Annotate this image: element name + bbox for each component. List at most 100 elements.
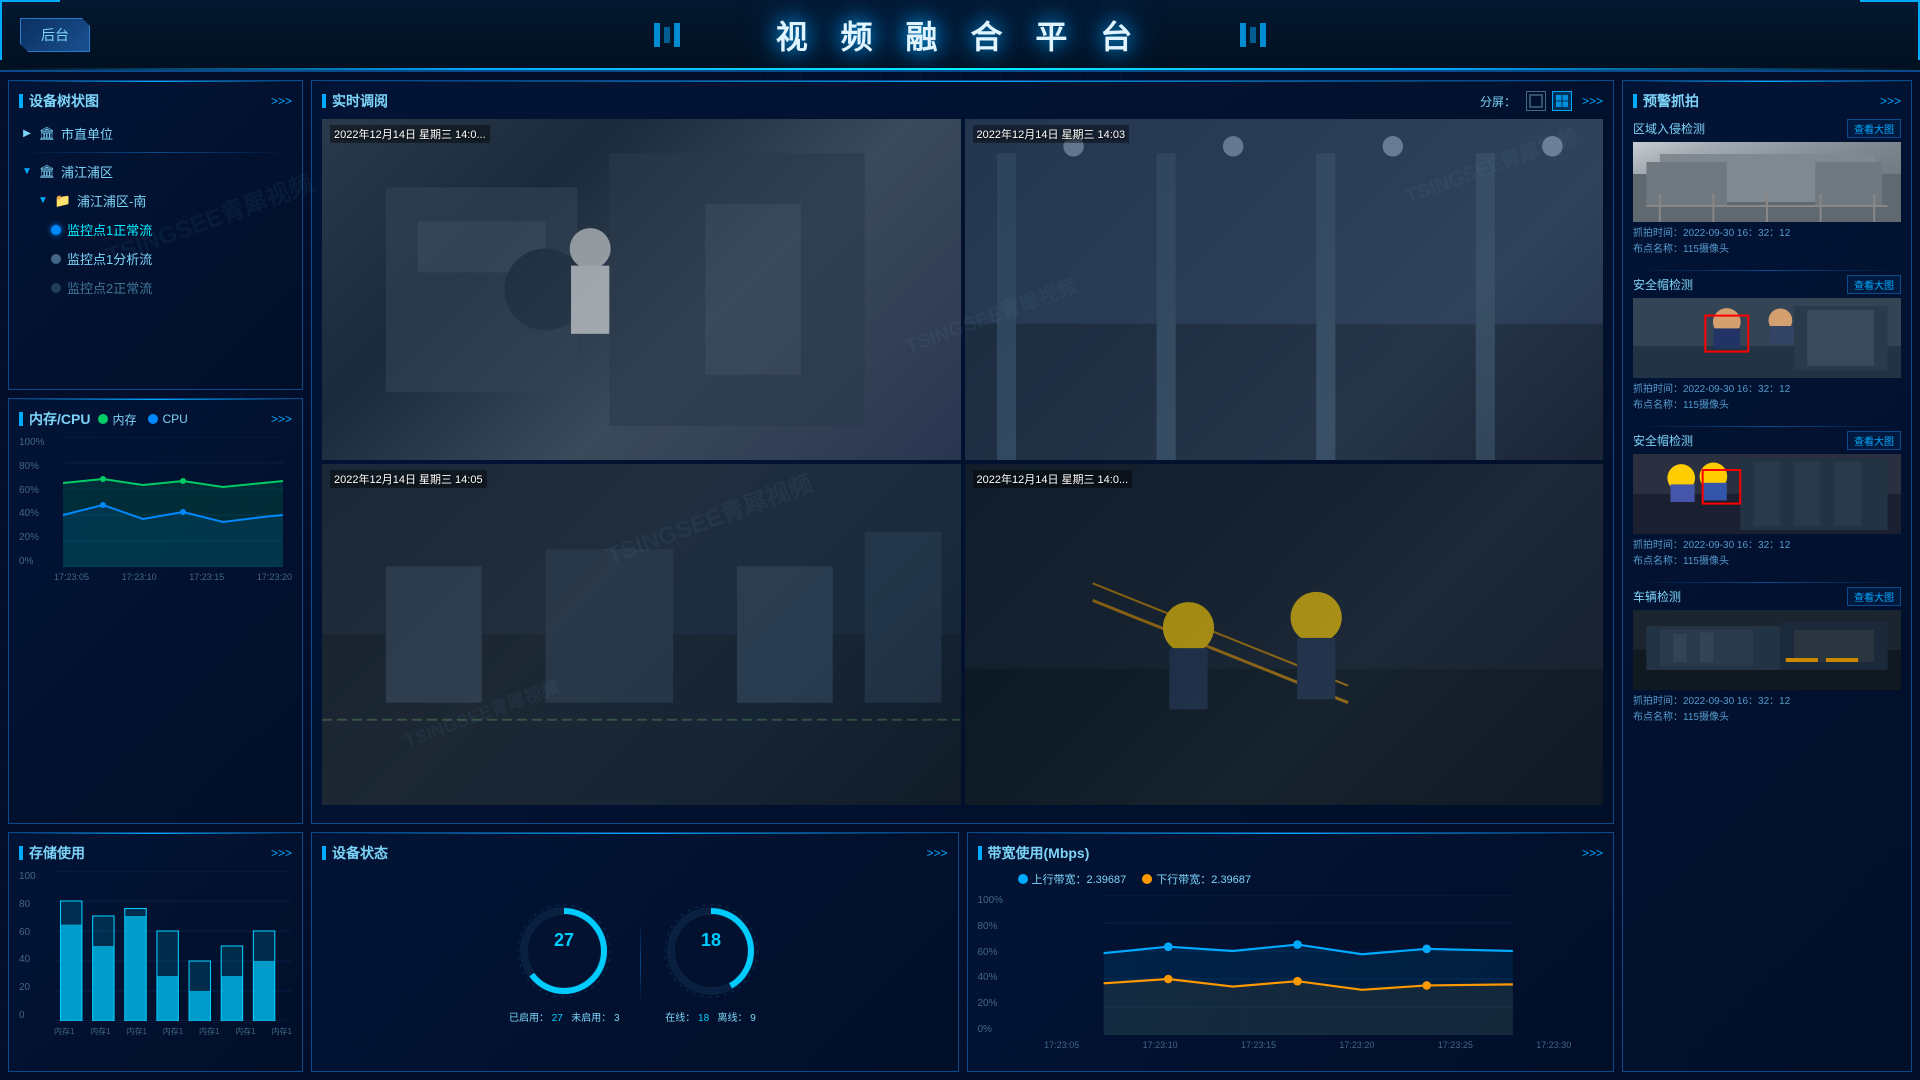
video-timestamp-3: 2022年12月14日 星期三 14:05 [330,470,487,488]
y-axis-storage: 100 80 60 40 20 0 [19,871,54,1021]
cpu-memory-panel: 内存/CPU 内存 CPU >>> [8,398,303,824]
center-column: 实时调阅 分屏： [311,80,1614,1072]
x-axis-cpu: 17:23:05 17:23:10 17:23:15 17:23:20 [54,567,292,587]
arrow-icon-3: ▼ [35,193,51,209]
alert-info-2: 抓拍时间：2022-09-30 16：32：12 布点名称：115摄像头 [1633,382,1901,414]
video-cell-3[interactable]: 2022年12月14日 星期三 14:05 [322,464,961,805]
x-axis-storage: 内存1 内存1 内存1 内存1 内存1 内存1 内存1 [54,1021,292,1041]
storage-header: 存储使用 >>> [19,843,292,863]
header-deco-right [1240,23,1266,47]
video-grid: 2022年12月14日 星期三 14:0... [322,119,1603,805]
alert-section-title-3: 安全帽检测 查看大图 [1633,431,1901,450]
alert-info-3: 抓拍时间：2022-09-30 16：32：12 布点名称：115摄像头 [1633,538,1901,570]
video-cell-4[interactable]: 2022年12月14日 星期三 14:0... [965,464,1604,805]
online-label: 在线： 18 离线： 9 [665,1009,756,1024]
header: 后台 视 频 融 合 平 台 [0,0,1920,72]
upload-legend: 上行带宽：2.39687 [1018,871,1127,887]
split-1x1[interactable] [1526,91,1546,111]
split-2x2[interactable] [1552,91,1572,111]
deco-bar-5 [1250,27,1256,43]
tree-item-pujiang[interactable]: ▼ 🏛 浦江浦区 [19,157,292,186]
alert-section-1: 区域入侵检测 查看大图 [1633,119,1901,258]
view-btn-3[interactable]: 查看大图 [1847,431,1901,450]
upload-dot [1018,874,1028,884]
device-tree-panel: 设备树状图 >>> ▶ 🏛 市直单位 ▼ 🏛 浦江浦区 ▼ 📁 浦江浦区-南 [8,80,303,390]
cpu-legend-dot [148,414,158,424]
split-label: 分屏： [1480,93,1516,110]
download-legend: 下行带宽：2.39687 [1142,871,1251,887]
realtime-panel: 实时调阅 分屏： [311,80,1614,824]
alert-divider-1 [1633,270,1901,271]
tree-item-monitor1-analysis[interactable]: 监控点1分析流 [19,244,292,273]
cpu-more[interactable]: >>> [271,412,292,426]
deco-bar-4 [1240,23,1246,47]
status-dot-active [51,225,61,235]
view-btn-1[interactable]: 查看大图 [1847,119,1901,138]
district-icon: 📁 [55,193,71,209]
storage-chart-area [54,871,292,1021]
alert-info-4: 抓拍时间：2022-09-30 16：32：12 布点名称：115摄像头 [1633,694,1901,726]
alert-info-1: 抓拍时间：2022-09-30 16：32：12 布点名称：115摄像头 [1633,226,1901,258]
corner-tr [1860,0,1920,60]
legend-memory: 内存 [98,411,136,428]
cpu-memory-title: 内存/CPU [19,409,90,429]
donut-active: 27 已启用： 27 未启用： 3 [509,901,620,1024]
donut-divider [640,922,641,1002]
view-btn-2[interactable]: 查看大图 [1847,275,1901,294]
alert-panel-header: 预警抓拍 >>> [1633,91,1901,111]
arrow-icon-2: ▼ [19,164,35,180]
tree-item-monitor1-normal[interactable]: 监控点1正常流 [19,215,292,244]
realtime-header: 实时调阅 分屏： [322,91,1603,111]
x-axis-bandwidth: 17:23:05 17:23:10 17:23:15 17:23:20 17:2… [1013,1035,1604,1055]
video-cell-2[interactable]: 2022年12月14日 星期三 14:03 [965,119,1604,460]
video-timestamp-2: 2022年12月14日 星期三 14:03 [973,125,1130,143]
city-icon: 🏛 [39,126,55,142]
bandwidth-chart: 100% 80% 60% 40% 20% 0% [978,895,1604,1055]
bottom-center: 设备状态 >>> 27 [311,832,1614,1072]
y-axis-cpu: 100% 80% 60% 40% 20% 0% [19,437,54,567]
device-tree-more[interactable]: >>> [271,94,292,108]
deco-bar-2 [664,27,670,43]
bandwidth-chart-area [1013,895,1604,1035]
back-button[interactable]: 后台 [20,18,90,52]
main-layout: 设备树状图 >>> ▶ 🏛 市直单位 ▼ 🏛 浦江浦区 ▼ 📁 浦江浦区-南 [0,72,1920,1080]
donut-chart-online: 18 [661,901,761,1001]
tree-item-shizhi[interactable]: ▶ 🏛 市直单位 [19,119,292,148]
y-axis-bandwidth: 100% 80% 60% 40% 20% 0% [978,895,1013,1035]
video-cell-1[interactable]: 2022年12月14日 星期三 14:0... [322,119,961,460]
alert-section-title-4: 车辆检测 查看大图 [1633,587,1901,606]
tree-item-pujiang-south[interactable]: ▼ 📁 浦江浦区-南 [19,186,292,215]
alert-thumb-3 [1633,454,1901,534]
donut-container: 27 已启用： 27 未启用： 3 [322,871,948,1053]
status-dot-gray-2 [51,283,61,293]
storage-chart: 100 80 60 40 20 0 [19,871,292,1041]
divider-1 [19,152,292,153]
cpu-memory-legend: 内存 CPU [98,411,187,428]
storage-more[interactable]: >>> [271,846,292,860]
page-title: 视 频 融 合 平 台 [776,12,1144,58]
cpu-memory-chart: 100% 80% 60% 40% 20% 0% [19,437,292,587]
video-timestamp-4: 2022年12月14日 星期三 14:0... [973,470,1133,488]
realtime-more[interactable]: >>> [1582,94,1603,108]
deco-bar-1 [654,23,660,47]
alert-section-2: 安全帽检测 查看大图 [1633,275,1901,414]
bandwidth-more[interactable]: >>> [1582,846,1603,860]
tree-item-monitor2-normal[interactable]: 监控点2正常流 [19,273,292,302]
alert-more[interactable]: >>> [1880,94,1901,108]
device-status-more[interactable]: >>> [926,846,947,860]
cpu-memory-header: 内存/CPU 内存 CPU >>> [19,409,292,429]
svg-text:27: 27 [554,930,574,950]
device-status-header: 设备状态 >>> [322,843,948,863]
right-column: 预警抓拍 >>> 区域入侵检测 查看大图 [1622,80,1912,1072]
alert-panel: 预警抓拍 >>> 区域入侵检测 查看大图 [1622,80,1912,1072]
active-label: 已启用： 27 未启用： 3 [509,1009,620,1024]
donut-chart-active: 27 [514,901,614,1001]
bandwidth-header: 带宽使用(Mbps) >>> [978,843,1604,863]
bandwidth-title: 带宽使用(Mbps) [978,843,1090,863]
device-tree-header: 设备树状图 >>> [19,91,292,111]
legend-cpu: CPU [148,411,187,428]
donut-online: 18 在线： 18 离线： 9 [661,901,761,1024]
view-btn-4[interactable]: 查看大图 [1847,587,1901,606]
bandwidth-legend: 上行带宽：2.39687 下行带宽：2.39687 [978,871,1604,887]
alert-thumb-4 [1633,610,1901,690]
